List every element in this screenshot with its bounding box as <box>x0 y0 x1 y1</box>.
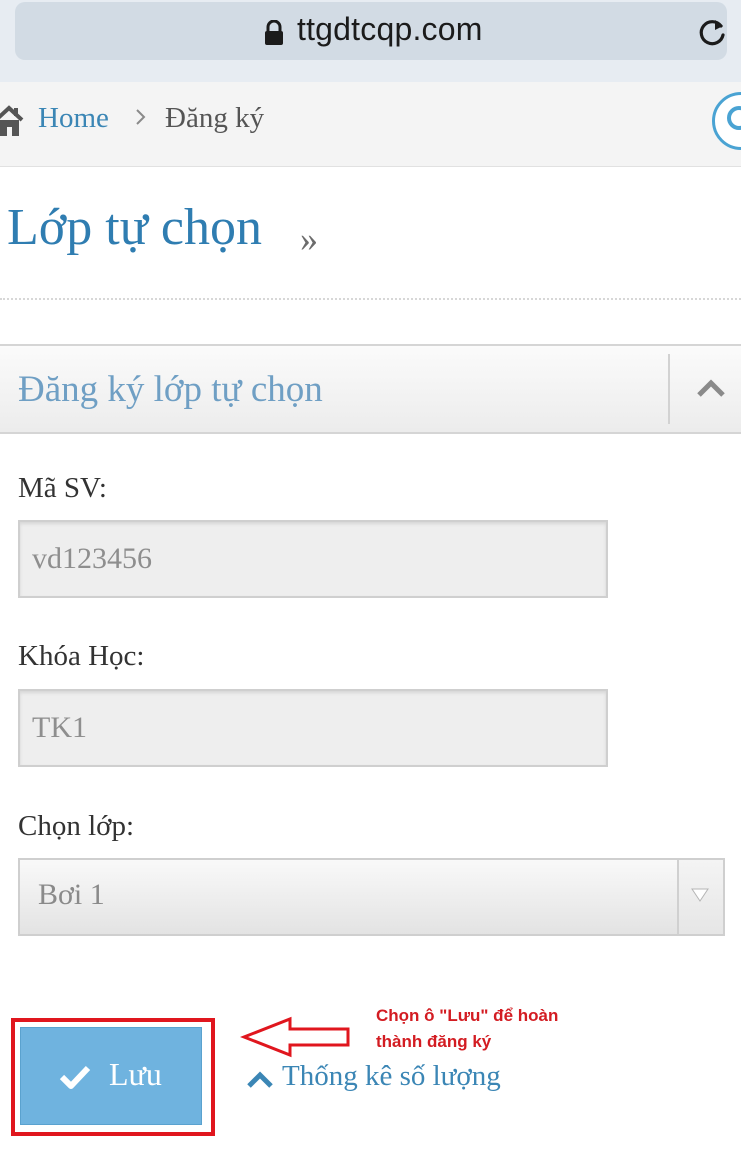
address-bar[interactable]: ttgdtcqp.com <box>15 2 727 60</box>
search-icon <box>727 106 741 130</box>
browser-toolbar: ttgdtcqp.com <box>0 0 741 83</box>
annotation-text: Chọn ô "Lưu" để hoàn thành đăng ký <box>376 1003 596 1055</box>
breadcrumb-home-link[interactable]: Home <box>38 102 109 135</box>
collapse-button[interactable] <box>670 346 741 432</box>
panel-title: Đăng ký lớp tự chọn <box>18 369 323 410</box>
class-select-label: Chọn lớp: <box>18 810 135 842</box>
class-select[interactable]: Bơi 1 <box>18 858 725 936</box>
lock-icon <box>265 20 283 45</box>
home-icon[interactable] <box>0 104 24 138</box>
check-icon <box>59 1065 91 1089</box>
select-arrow[interactable] <box>677 860 723 934</box>
course-label: Khóa Học: <box>18 640 145 672</box>
caret-down-icon <box>691 888 709 902</box>
student-id-label: Mã SV: <box>18 472 107 504</box>
annotation-line: Chọn ô "Lưu" để hoàn <box>376 1006 559 1025</box>
chevron-right-icon <box>136 109 146 125</box>
divider <box>0 298 741 300</box>
reload-icon[interactable] <box>695 16 729 50</box>
breadcrumb-current: Đăng ký <box>165 102 265 134</box>
student-id-input[interactable] <box>18 520 608 598</box>
search-button[interactable] <box>712 92 741 150</box>
course-input[interactable] <box>18 689 608 767</box>
arrow-left-icon <box>240 1016 350 1058</box>
url-text: ttgdtcqp.com <box>297 11 483 47</box>
save-button[interactable]: Lưu <box>20 1027 202 1125</box>
annotation-line: thành đăng ký <box>376 1032 492 1051</box>
class-select-value: Bơi 1 <box>38 878 105 911</box>
breadcrumb: Home Đăng ký <box>0 82 741 167</box>
panel-header: Đăng ký lớp tự chọn <box>0 344 741 434</box>
chevron-up-icon <box>247 1071 273 1088</box>
title-raquo: » <box>300 219 318 259</box>
page-title: Lớp tự chọn <box>7 199 262 256</box>
stats-link-label: Thống kê số lượng <box>282 1060 501 1092</box>
save-label: Lưu <box>109 1056 162 1092</box>
chevron-up-icon <box>697 379 725 397</box>
